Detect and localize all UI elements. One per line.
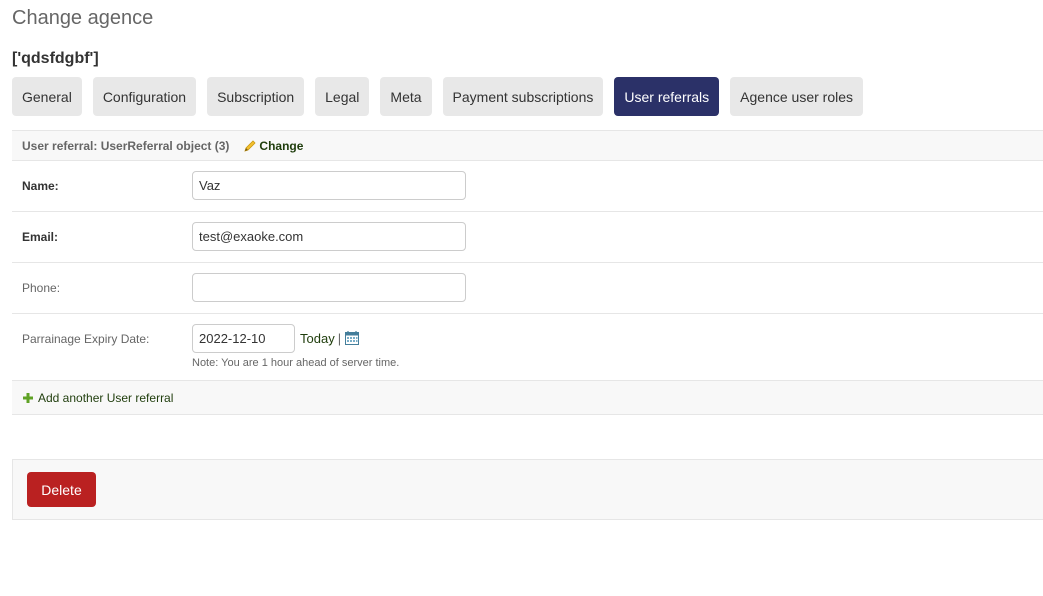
shortcut-separator: | — [337, 330, 342, 346]
date-shortcuts: Today | — [300, 330, 360, 346]
expiry-date-label: Parrainage Expiry Date: — [22, 332, 150, 346]
name-label: Name: — [22, 179, 59, 193]
tab-subscription[interactable]: Subscription — [207, 77, 305, 116]
add-another-user-referral[interactable]: Add another User referral — [12, 381, 1043, 415]
object-name: ['qdsfdgbf'] — [12, 50, 99, 67]
user-referral-inline-group: User referral: UserReferral object (3) C… — [12, 130, 1043, 415]
inline-header: User referral: UserReferral object (3) C… — [12, 131, 1043, 161]
timezone-note: Note: You are 1 hour ahead of server tim… — [192, 357, 400, 369]
form-row-name: Name: — [12, 161, 1043, 212]
calendar-icon[interactable] — [344, 330, 360, 346]
change-link[interactable]: Change — [243, 139, 303, 153]
form-row-phone: Phone: — [12, 263, 1043, 314]
change-link-label: Change — [259, 138, 304, 153]
form-row-expiry-date: Parrainage Expiry Date: Today | — [12, 314, 1043, 381]
pencil-icon — [244, 139, 256, 152]
tab-agence-user-roles[interactable]: Agence user roles — [730, 77, 864, 116]
phone-label: Phone: — [22, 281, 61, 295]
tab-configuration[interactable]: Configuration — [92, 77, 197, 116]
page: Change agence ['qdsfdgbf'] General Confi… — [0, 0, 1043, 596]
tab-legal[interactable]: Legal — [315, 77, 370, 116]
form-row-email: Email: — [12, 212, 1043, 263]
expiry-date-input[interactable] — [192, 324, 295, 353]
delete-button[interactable]: Delete — [27, 472, 96, 507]
plus-icon — [23, 392, 33, 403]
tab-bar: General Configuration Subscription Legal… — [12, 77, 864, 116]
today-link[interactable]: Today — [300, 331, 335, 346]
name-input[interactable] — [192, 171, 466, 200]
tab-user-referrals[interactable]: User referrals — [614, 77, 720, 116]
tab-general[interactable]: General — [12, 77, 82, 116]
page-title: Change agence — [12, 7, 154, 29]
phone-input[interactable] — [192, 273, 466, 302]
add-another-label: Add another User referral — [38, 390, 174, 405]
tab-meta[interactable]: Meta — [380, 77, 432, 116]
submit-row: Delete — [12, 459, 1043, 520]
tab-payment-subscriptions[interactable]: Payment subscriptions — [442, 77, 604, 116]
email-label: Email: — [22, 230, 59, 244]
inline-header-label: User referral: UserReferral object (3) — [22, 138, 230, 153]
email-input[interactable] — [192, 222, 466, 251]
